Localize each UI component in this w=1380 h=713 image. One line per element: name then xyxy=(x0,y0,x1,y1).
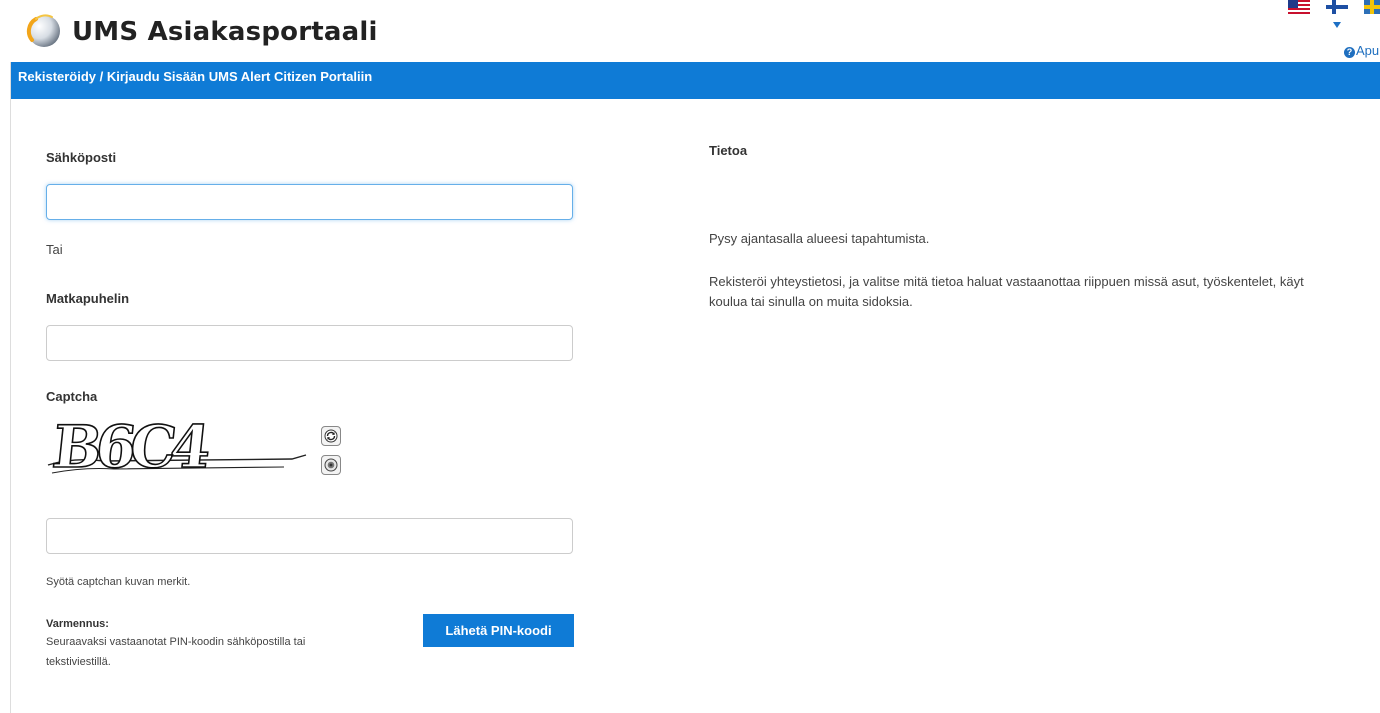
or-label: Tai xyxy=(46,242,63,257)
info-title: Tietoa xyxy=(709,143,748,158)
verification-title: Varmennus: xyxy=(46,618,109,630)
panel-header: Rekisteröidy / Kirjaudu Sisään UMS Alert… xyxy=(11,62,1380,99)
captcha-text: B6C4 xyxy=(49,417,213,481)
info-paragraph-2: Rekisteröi yhteystietosi, ja valitse mit… xyxy=(709,274,1304,309)
login-panel: Rekisteröidy / Kirjaudu Sisään UMS Alert… xyxy=(10,62,1380,713)
email-field[interactable] xyxy=(46,184,573,220)
captcha-label: Captcha xyxy=(46,389,98,404)
info-paragraph-1: Pysy ajantasalla alueesi tapahtumista. xyxy=(709,231,930,246)
en-us-flag-icon[interactable] xyxy=(1288,0,1310,14)
help-link[interactable]: ? Apu xyxy=(1344,43,1379,58)
mobile-label: Matkapuhelin xyxy=(46,291,130,306)
email-label: Sähköposti xyxy=(46,150,117,165)
send-pin-button[interactable]: Lähetä PIN-koodi xyxy=(423,614,574,647)
help-icon: ? xyxy=(1344,47,1355,58)
verification-text: Seuraavaksi vastaanotat PIN-koodin sähkö… xyxy=(46,636,306,668)
refresh-captcha-button[interactable] xyxy=(321,426,341,446)
sv-flag-icon[interactable] xyxy=(1364,0,1380,14)
mobile-field[interactable] xyxy=(46,325,573,361)
ums-logo-icon xyxy=(26,14,60,47)
selected-language-caret-icon xyxy=(1333,22,1341,28)
captcha-input[interactable] xyxy=(46,518,573,554)
help-label: Apu xyxy=(1356,43,1380,58)
speaker-icon xyxy=(324,458,338,472)
refresh-icon xyxy=(324,429,338,443)
captcha-image: B6C4 xyxy=(47,417,307,482)
captcha-hint: Syötä captchan kuvan merkit. xyxy=(46,576,191,588)
audio-captcha-button[interactable] xyxy=(321,455,341,475)
app-title: UMS Asiakasportaali xyxy=(72,17,378,47)
fi-flag-icon[interactable] xyxy=(1326,0,1348,14)
